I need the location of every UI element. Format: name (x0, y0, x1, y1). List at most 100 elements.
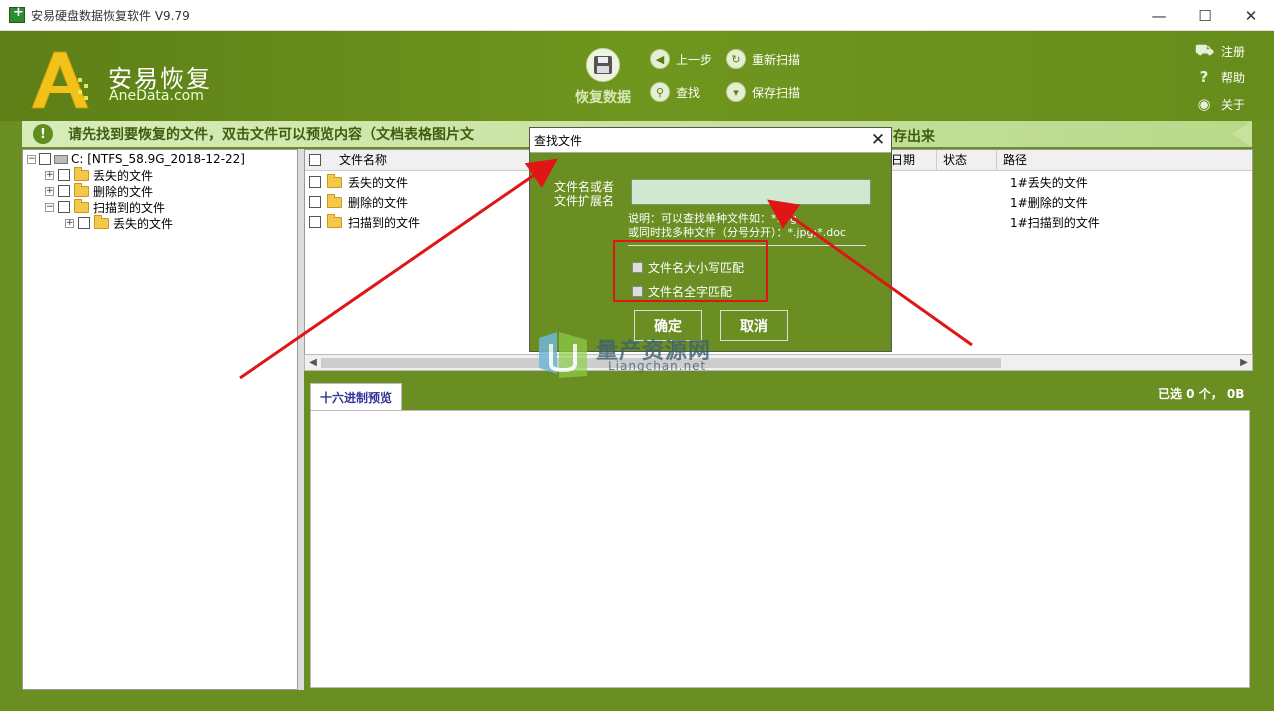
window-title: 安易硬盘数据恢复软件 V9.79 (31, 8, 190, 23)
close-button[interactable]: ✕ (1228, 0, 1274, 31)
annotation-highlight-box (613, 240, 768, 302)
find-button[interactable]: ⚲ 查找 (650, 82, 700, 102)
tree-node-deleted[interactable]: + 删除的文件 (45, 182, 154, 199)
tree-checkbox[interactable] (39, 153, 51, 165)
expand-icon[interactable]: + (65, 218, 74, 228)
select-all-checkbox[interactable] (309, 154, 321, 166)
minimize-button[interactable]: — (1136, 0, 1182, 31)
scroll-left-icon[interactable]: ◀ (305, 355, 321, 370)
folder-icon (327, 193, 342, 208)
folder-icon (327, 213, 342, 228)
tree-node-drive[interactable]: − C: [NTFS_58.9G_2018-12-22] (27, 151, 245, 167)
about-label: 关于 (1221, 97, 1246, 112)
row-path: 1#删除的文件 (1010, 195, 1088, 210)
help-label: 帮助 (1221, 70, 1246, 85)
filename-label-line1: 文件名或者 (553, 180, 614, 194)
filename-label-line2: 文件扩展名 (553, 194, 614, 208)
recover-data-label: 恢复数据 (575, 90, 631, 106)
collapse-icon[interactable]: − (45, 202, 54, 212)
watermark-logo-icon (539, 332, 587, 378)
column-date[interactable]: 日期 (885, 150, 937, 171)
question-icon: ? (1199, 68, 1209, 86)
help-note-line1: 说明：可以查找单种文件如：*.jpg (628, 212, 798, 225)
recover-data-button[interactable]: 恢复数据 (571, 48, 635, 107)
tree-checkbox[interactable] (58, 185, 70, 197)
watermark-url: Liangchan.net (608, 359, 707, 373)
folder-icon (74, 166, 89, 181)
hex-preview-panel (310, 410, 1250, 688)
save-scan-button[interactable]: ▾ 保存扫描 (726, 82, 800, 102)
tab-hex-preview[interactable]: 十六进制预览 (310, 383, 402, 410)
tree-label: 删除的文件 (93, 184, 154, 199)
column-status[interactable]: 状态 (937, 150, 997, 171)
rescan-label: 重新扫描 (752, 52, 801, 67)
row-checkbox[interactable] (309, 196, 321, 208)
row-path: 1#扫描到的文件 (1010, 215, 1100, 230)
expand-icon[interactable]: + (45, 186, 54, 196)
help-note-line2: 或同时找多种文件（分号分开）：*.jpg;*.doc (628, 226, 846, 239)
tree-node-scanned-lost[interactable]: + 丢失的文件 (65, 214, 174, 231)
horizontal-scrollbar[interactable]: ◀ ▶ (304, 354, 1253, 371)
rescan-button[interactable]: ↻ 重新扫描 (726, 49, 800, 69)
folder-icon (74, 198, 89, 213)
about-button[interactable]: ◉ 关于 (1195, 95, 1245, 113)
notice-text: 请先找到要恢复的文件，双击文件可以预览内容（文档表格图片文 (68, 127, 474, 143)
tree-checkbox[interactable] (58, 201, 70, 213)
selection-summary: 已选 0 个， 0B (1158, 387, 1245, 401)
column-path[interactable]: 路径 (997, 150, 1252, 171)
search-icon: ⚲ (650, 82, 670, 102)
notice-text-tail: 存出来 (893, 129, 935, 145)
save-icon: ▾ (726, 82, 746, 102)
back-label: 上一步 (676, 52, 713, 67)
row-name: 删除的文件 (348, 195, 409, 210)
tree-label: 扫描到的文件 (93, 200, 166, 215)
filename-input[interactable] (631, 179, 871, 205)
tree-node-lost[interactable]: + 丢失的文件 (45, 166, 154, 183)
close-icon[interactable]: ✕ (869, 130, 887, 150)
row-name: 扫描到的文件 (348, 215, 421, 230)
maximize-button[interactable]: ☐ (1182, 0, 1228, 31)
tree-checkbox[interactable] (58, 169, 70, 181)
register-button[interactable]: ⛟ 注册 (1195, 41, 1245, 61)
register-label: 注册 (1221, 44, 1246, 59)
expand-icon[interactable]: + (45, 170, 54, 180)
target-icon: ◉ (1197, 95, 1211, 113)
row-checkbox[interactable] (309, 216, 321, 228)
help-button[interactable]: ? 帮助 (1195, 68, 1245, 86)
tree-node-scanned[interactable]: − 扫描到的文件 (45, 198, 166, 215)
back-button[interactable]: ◀ 上一步 (650, 49, 712, 69)
title-bar: 安易硬盘数据恢复软件 V9.79 — ☐ ✕ (0, 0, 1274, 31)
row-path: 1#丢失的文件 (1010, 175, 1088, 190)
filename-label: 文件名或者 文件扩展名 (552, 180, 616, 208)
scroll-right-icon[interactable]: ▶ (1236, 355, 1252, 370)
row-name: 丢失的文件 (348, 175, 409, 190)
dialog-title-bar: 查找文件 ✕ (530, 128, 891, 153)
drive-icon (54, 154, 68, 164)
folder-tree[interactable]: − C: [NTFS_58.9G_2018-12-22] + 丢失的文件 + 删… (22, 149, 298, 690)
exclamation-icon: ! (33, 124, 53, 144)
refresh-icon: ↻ (726, 49, 746, 69)
find-label: 查找 (676, 85, 701, 100)
column-name[interactable]: 文件名称 (333, 150, 533, 171)
logo-icon (31, 51, 89, 109)
folder-icon (94, 214, 109, 229)
tree-label: C: [NTFS_58.9G_2018-12-22] (71, 152, 245, 166)
tree-label: 丢失的文件 (93, 168, 154, 183)
app-icon (9, 5, 25, 23)
row-checkbox[interactable] (309, 176, 321, 188)
tree-checkbox[interactable] (78, 217, 90, 229)
cancel-button[interactable]: 取消 (720, 310, 788, 341)
folder-icon (327, 173, 342, 188)
logo-url: AneData.com (109, 88, 204, 104)
save-scan-label: 保存扫描 (752, 85, 801, 100)
cart-icon: ⛟ (1195, 41, 1214, 59)
folder-icon (74, 182, 89, 197)
help-note: 说明：可以查找单种文件如：*.jpg 或同时找多种文件（分号分开）：*.jpg;… (628, 212, 846, 240)
floppy-disk-icon (586, 48, 620, 82)
dialog-title: 查找文件 (534, 133, 583, 148)
collapse-icon[interactable]: − (27, 154, 36, 164)
arrow-left-icon: ◀ (650, 49, 670, 69)
notice-arrow (1232, 121, 1252, 147)
window-controls: — ☐ ✕ (1136, 0, 1274, 31)
tree-label: 丢失的文件 (113, 216, 174, 231)
